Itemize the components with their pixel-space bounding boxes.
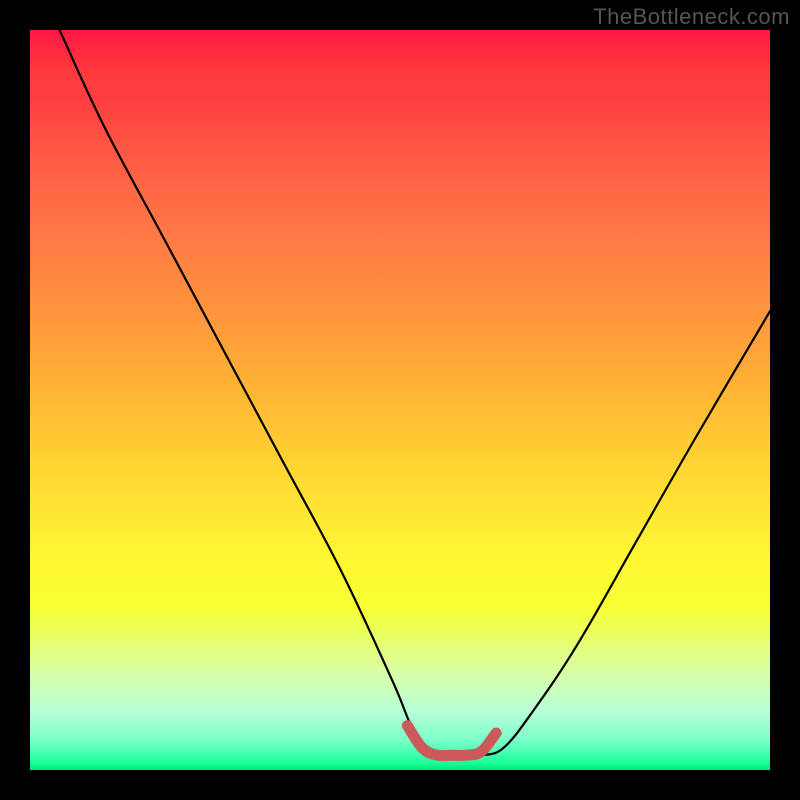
valley-highlight: [407, 726, 496, 756]
chart-svg: [30, 30, 770, 770]
bottleneck-curve: [60, 30, 770, 757]
watermark-text: TheBottleneck.com: [593, 4, 790, 30]
chart-area: [30, 30, 770, 770]
